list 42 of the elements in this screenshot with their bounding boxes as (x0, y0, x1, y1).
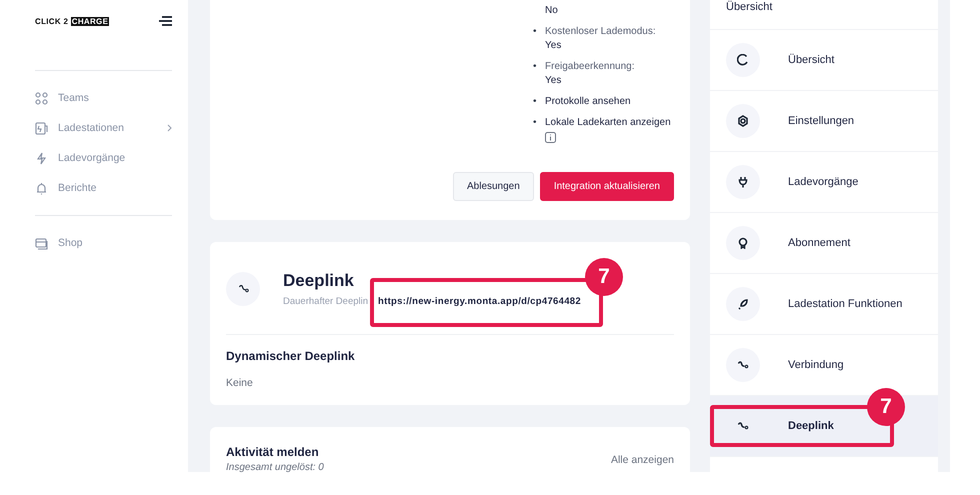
bolt-icon (35, 152, 48, 164)
nav-item[interactable]: Abonnement (710, 213, 938, 274)
nav-item[interactable]: Übersicht (710, 30, 938, 91)
dynamic-deeplink-title: Dynamischer Deeplink (226, 349, 356, 363)
bullet: • (533, 25, 538, 39)
deeplink-subtitle: Dauerhafter Deeplin (283, 296, 368, 307)
setting-label: Lokale Ladekarten anzeigen (545, 116, 671, 130)
deeplink-title: Deeplink (283, 271, 355, 291)
station-icon (35, 122, 48, 134)
link-icon (238, 285, 248, 293)
card-icon (35, 236, 48, 250)
link-icon (737, 420, 749, 432)
setting-label: Protokolle ansehen (545, 95, 631, 109)
update-button[interactable]: Integration aktualisieren (540, 172, 674, 201)
bullet: • (533, 116, 538, 130)
readings-button[interactable]: Ablesungen (452, 172, 534, 201)
nav-item[interactable]: Einstellungen (710, 91, 938, 152)
logo: CLICK 2 CHARGE (35, 16, 110, 26)
grid-icon (35, 92, 48, 104)
menu-icon[interactable] (159, 16, 172, 26)
deeplink-url: https://new-inergy.monta.app/d/cp4764482 (378, 296, 581, 307)
info-icon[interactable] (545, 132, 556, 143)
activity-subtitle: Insgesamt ungelöst: 0 (226, 462, 324, 472)
link-icon (737, 359, 749, 371)
dynamic-deeplink-value: Keine (226, 377, 254, 389)
nav-item[interactable]: Ladevorgänge (710, 152, 938, 213)
show-all-link[interactable]: Alle anzeigen (610, 454, 674, 466)
setting-value: No (545, 4, 558, 18)
plug-icon (737, 176, 749, 188)
bullet: • (533, 60, 538, 74)
section-heading: Übersicht (710, 0, 938, 30)
bullet: • (533, 95, 538, 109)
bell-icon (35, 182, 48, 194)
setting-label: Kostenloser Lademodus: (545, 25, 656, 39)
setting-value: Yes (545, 74, 562, 88)
gear-icon (737, 115, 749, 127)
nav-item[interactable]: Ladestation Funktionen (710, 274, 938, 335)
setting-label: Freigabeerkennung: (545, 60, 635, 74)
activity-title: Aktivität melden (226, 445, 320, 459)
annotation-badge: 7 (584, 258, 623, 296)
setting-value: Yes (545, 39, 562, 53)
chevron-icon (167, 124, 172, 132)
